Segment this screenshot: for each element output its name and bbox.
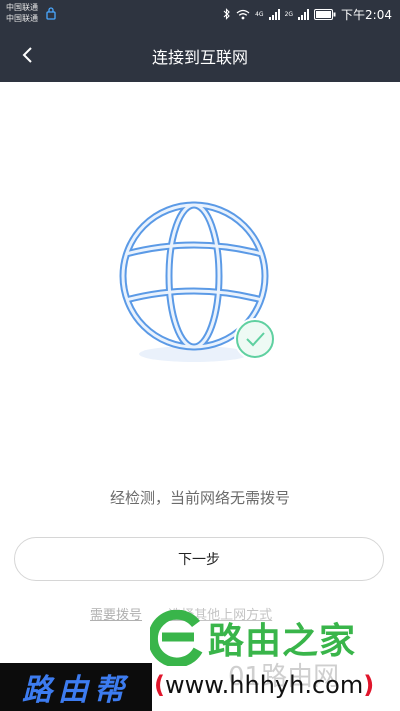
app-header: 连接到互联网	[0, 28, 400, 82]
watermark-green: 路由之家	[150, 610, 356, 666]
watermark-url: (www.hhhyh.com)	[154, 671, 374, 699]
watermark-bar: 路由帮 (www.hhhyh.com)	[0, 663, 400, 711]
check-circle-icon	[234, 318, 276, 360]
carrier-info: 中国联通 中国联通	[6, 2, 38, 24]
watermark-url-text: www.hhhyh.com	[164, 671, 364, 699]
data-lock-icon	[46, 7, 56, 20]
carrier-2: 中国联通	[6, 14, 38, 23]
detection-message: 经检测，当前网络无需拨号	[109, 489, 290, 507]
watermark-blue-text: 路由帮	[22, 673, 130, 708]
need-dial-link[interactable]: 需要拨号	[90, 608, 142, 623]
wifi-icon	[236, 9, 250, 19]
net-2g-label: 2G	[284, 10, 294, 18]
watermark-paren-close: )	[363, 671, 375, 699]
carrier-1: 中国联通	[6, 3, 38, 12]
page-title: 连接到互联网	[151, 48, 248, 67]
watermark-paren-open: (	[154, 671, 165, 699]
status-time: 下午2:04	[341, 7, 392, 22]
watermark-blue-box: 路由帮	[0, 663, 152, 711]
next-button[interactable]: 下一步	[14, 537, 384, 581]
watermark-logo-icon	[150, 610, 203, 666]
signal-icon-1	[268, 8, 280, 20]
signal-icon-2	[298, 8, 310, 20]
status-bar: 中国联通 中国联通 4G 2G 下午2:04	[0, 0, 400, 28]
net-4g-label: 4G	[255, 10, 264, 18]
battery-icon	[314, 8, 336, 20]
status-icons: 4G 2G 下午2:04	[223, 5, 392, 23]
globe-check-illustration	[119, 201, 276, 362]
bluetooth-icon	[223, 8, 230, 20]
watermark-green-text: 路由之家	[208, 621, 357, 662]
